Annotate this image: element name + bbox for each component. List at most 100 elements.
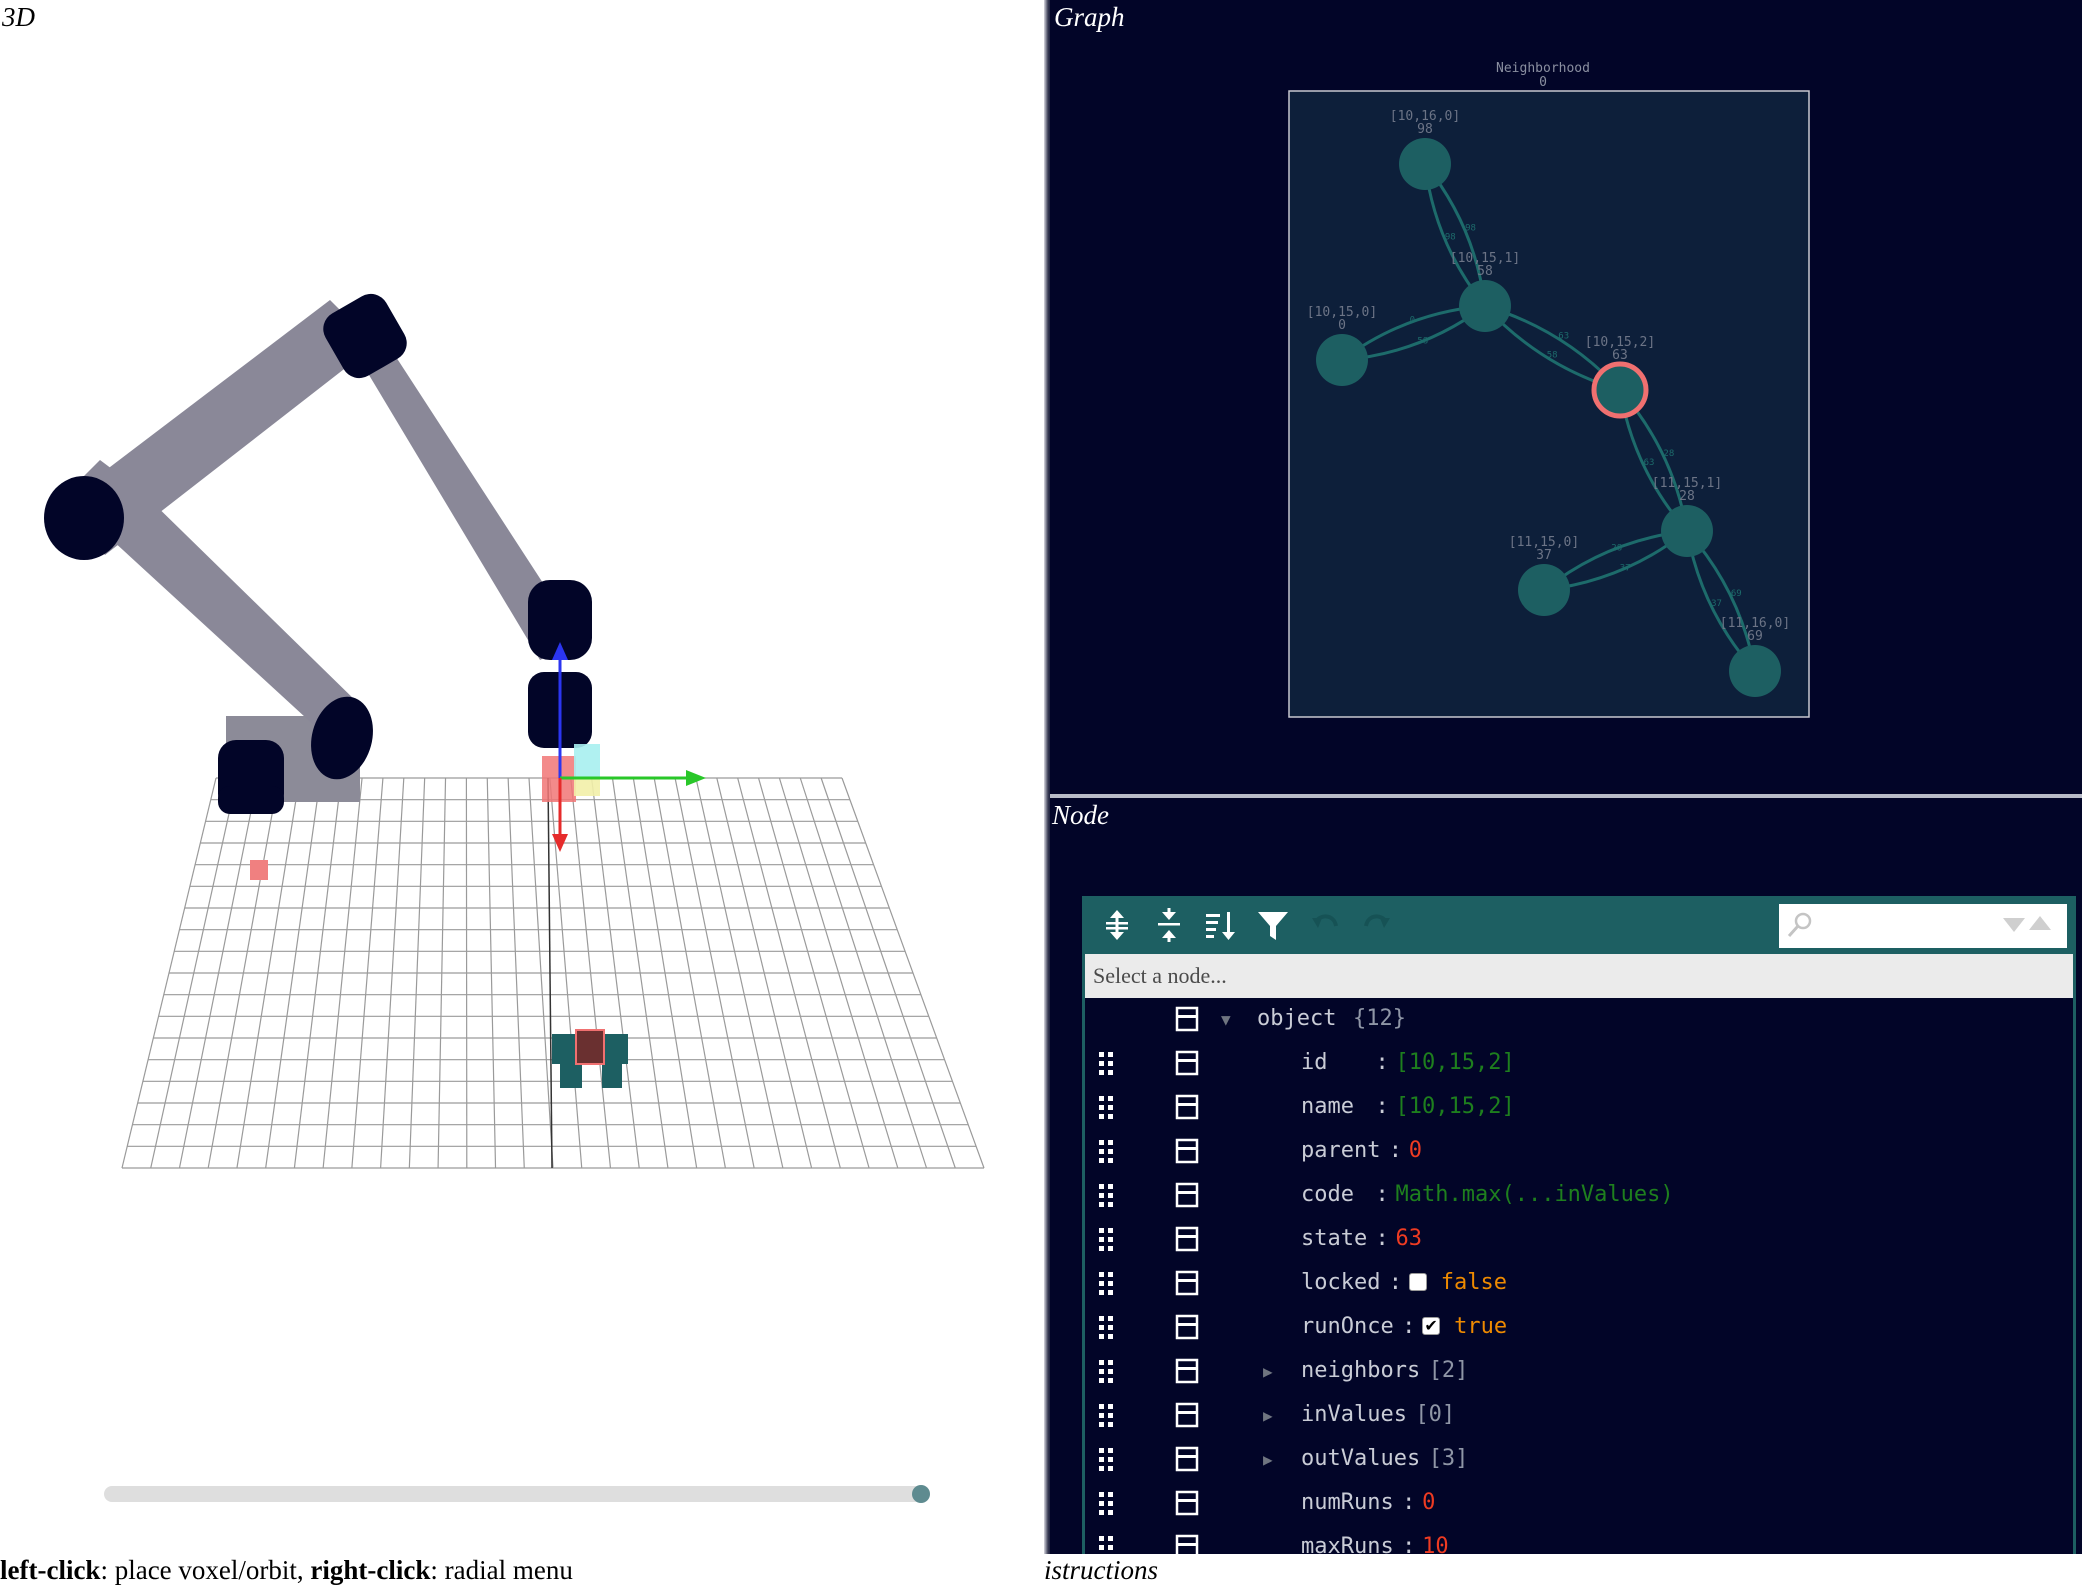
context-menu-icon[interactable]	[1175, 1094, 1199, 1120]
collapse-caret-icon[interactable]: ▼	[1221, 1010, 1231, 1029]
field-name[interactable]: inValues	[1301, 1402, 1407, 1427]
field-name[interactable]: runOnce	[1301, 1314, 1394, 1339]
drag-handle-icon[interactable]	[1097, 1138, 1117, 1166]
drag-handle-icon[interactable]	[1097, 1270, 1117, 1298]
tree-row[interactable]: locked: false	[1085, 1262, 2073, 1306]
drag-handle-icon[interactable]	[1097, 1094, 1117, 1122]
field-value[interactable]: Math.max(...inValues)	[1396, 1182, 1674, 1207]
tree-row[interactable]: runOnce: ✔ true	[1085, 1306, 2073, 1350]
expand-caret-icon[interactable]: ▶	[1263, 1406, 1273, 1425]
tree-row[interactable]: parent:0	[1085, 1130, 2073, 1174]
context-menu-icon[interactable]	[1175, 1138, 1199, 1164]
tree-row[interactable]: name: [10,15,2]	[1085, 1086, 2073, 1130]
graph-node[interactable]	[1316, 334, 1368, 386]
context-menu-icon[interactable]	[1175, 1446, 1199, 1472]
search-input[interactable]	[1819, 910, 2003, 942]
context-menu-icon[interactable]	[1175, 1226, 1199, 1252]
drag-handle-icon[interactable]	[1097, 1490, 1117, 1518]
field-value[interactable]: [10,15,2]	[1396, 1050, 1515, 1075]
boolean-checkbox[interactable]: ✔	[1422, 1317, 1441, 1335]
timeline-track[interactable]	[104, 1486, 930, 1502]
footer-right-click-desc: : radial menu	[430, 1555, 573, 1585]
drag-handle-icon[interactable]	[1097, 1182, 1117, 1210]
context-menu-icon[interactable]	[1175, 1358, 1199, 1384]
field-value[interactable]: [3]	[1429, 1446, 1469, 1471]
sort-button[interactable]	[1199, 904, 1243, 946]
field-name[interactable]: id	[1301, 1050, 1328, 1075]
redo-button[interactable]	[1355, 904, 1399, 946]
drag-handle-icon[interactable]	[1097, 1402, 1117, 1430]
field-separator: :	[1375, 1182, 1389, 1207]
edge-label: 58	[1417, 336, 1428, 346]
graph-heading: Neighborhood	[1496, 61, 1590, 76]
context-menu-icon[interactable]	[1175, 1402, 1199, 1428]
expand-caret-icon[interactable]: ▶	[1263, 1362, 1273, 1381]
field-name[interactable]: locked	[1301, 1270, 1380, 1295]
field-name[interactable]: state	[1301, 1226, 1367, 1251]
drag-handle-icon[interactable]	[1097, 1314, 1117, 1342]
field-separator: :	[1375, 1226, 1389, 1251]
graph-node-selected[interactable]	[1591, 361, 1649, 419]
boolean-checkbox[interactable]	[1408, 1273, 1427, 1291]
collapse-all-button[interactable]	[1147, 904, 1191, 946]
field-value[interactable]: 0	[1409, 1138, 1422, 1163]
context-menu-icon[interactable]	[1175, 1050, 1199, 1076]
drag-handle-icon[interactable]	[1097, 1050, 1117, 1078]
tree-row[interactable]: code: Math.max(...inValues)	[1085, 1174, 2073, 1218]
footer-right-click: right-click	[310, 1555, 431, 1585]
tree-row[interactable]: ▶ inValues [0]	[1085, 1394, 2073, 1438]
field-name[interactable]: neighbors	[1301, 1358, 1420, 1383]
expand-all-button[interactable]	[1095, 904, 1139, 946]
graph-canvas[interactable]: Neighborhood 0 98980585863632828373769 […	[1050, 0, 2082, 794]
instructions-tab[interactable]: istructions	[1044, 1555, 1158, 1586]
drag-handle-icon[interactable]	[1097, 1358, 1117, 1386]
edge-label: 28	[1663, 449, 1674, 459]
tree-row[interactable]: id: [10,15,2]	[1085, 1042, 2073, 1086]
field-separator: :	[1375, 1050, 1389, 1075]
tree-row[interactable]: state:63	[1085, 1218, 2073, 1262]
drag-handle-icon[interactable]	[1097, 1226, 1117, 1254]
editor-navbar[interactable]: Select a node...	[1085, 954, 2073, 998]
graph-node[interactable]	[1518, 564, 1570, 616]
undo-icon	[1312, 914, 1338, 928]
tree-row[interactable]: numRuns:0	[1085, 1482, 2073, 1526]
scene-canvas[interactable]	[0, 0, 1046, 1180]
timeline-thumb[interactable]	[912, 1485, 930, 1503]
field-name[interactable]: numRuns	[1301, 1490, 1394, 1515]
expand-caret-icon[interactable]: ▶	[1263, 1450, 1273, 1469]
voxel-marker	[250, 860, 268, 880]
field-value[interactable]: [0]	[1415, 1402, 1455, 1427]
tree-root-row[interactable]: ▼ object {12}	[1085, 998, 2073, 1042]
edge-label: 63	[1558, 332, 1569, 342]
context-menu-icon[interactable]	[1175, 1314, 1199, 1340]
field-value[interactable]: 63	[1396, 1226, 1423, 1251]
field-name[interactable]: name	[1301, 1094, 1354, 1119]
filter-button[interactable]	[1251, 904, 1295, 946]
tree-row[interactable]: ▶ neighbors [2]	[1085, 1350, 2073, 1394]
field-name[interactable]: code	[1301, 1182, 1354, 1207]
field-value[interactable]: [10,15,2]	[1396, 1094, 1515, 1119]
context-menu-icon[interactable]	[1175, 1270, 1199, 1296]
graph-node[interactable]	[1729, 645, 1781, 697]
field-value[interactable]: [2]	[1429, 1358, 1469, 1383]
context-menu-icon[interactable]	[1175, 1182, 1199, 1208]
viewport-3d[interactable]: 3D	[0, 0, 1046, 1560]
drag-handle-icon[interactable]	[1097, 1446, 1117, 1474]
search-next-icon[interactable]	[2003, 918, 2025, 934]
field-name[interactable]: parent	[1301, 1138, 1380, 1163]
search-previous-icon[interactable]	[2029, 916, 2051, 932]
field-value[interactable]: false	[1441, 1270, 1507, 1295]
expand-all-icon	[1106, 910, 1128, 940]
field-separator: :	[1375, 1094, 1389, 1119]
graph-node[interactable]	[1459, 280, 1511, 332]
graph-node[interactable]	[1661, 505, 1713, 557]
context-menu-icon[interactable]	[1175, 1490, 1199, 1516]
field-name[interactable]: outValues	[1301, 1446, 1420, 1471]
context-menu-icon[interactable]	[1175, 1006, 1199, 1032]
tree-row[interactable]: ▶ outValues [3]	[1085, 1438, 2073, 1482]
field-value[interactable]: true	[1454, 1314, 1507, 1339]
search-box	[1779, 904, 2067, 948]
field-value[interactable]: 0	[1422, 1490, 1435, 1515]
undo-button[interactable]	[1303, 904, 1347, 946]
graph-node[interactable]	[1399, 138, 1451, 190]
